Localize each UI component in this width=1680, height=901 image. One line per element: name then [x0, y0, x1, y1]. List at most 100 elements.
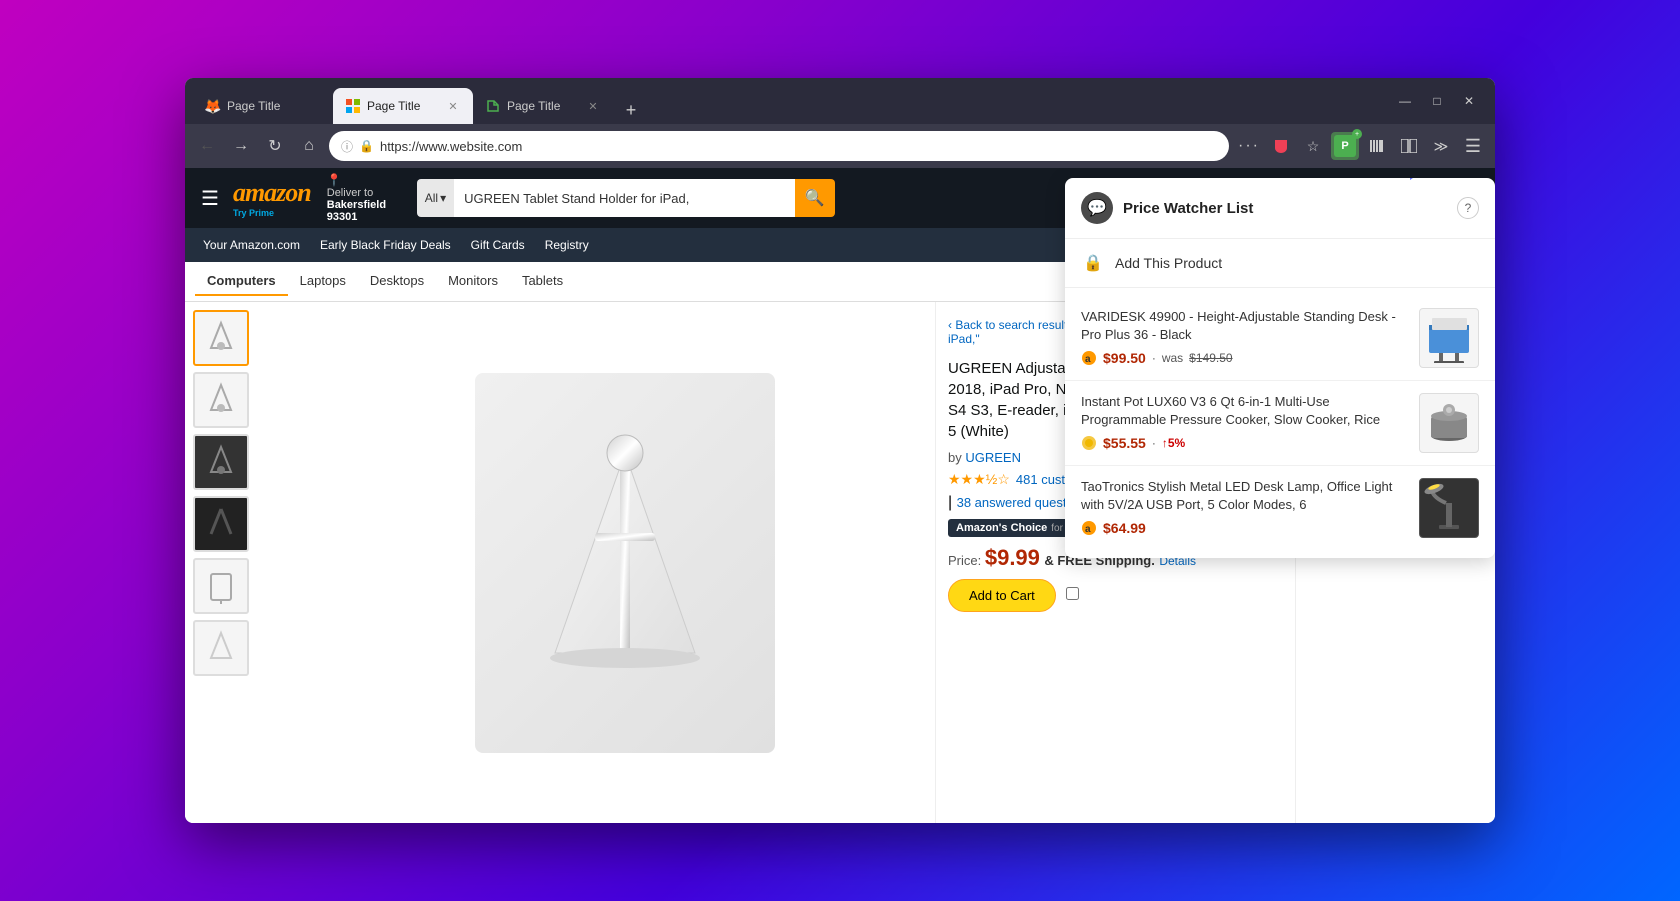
pw-product-info-2: Instant Pot LUX60 V3 6 Qt 6-in-1 Multi-U…	[1081, 393, 1409, 451]
lock-secure-icon: 🔒	[359, 139, 374, 153]
nav-item-black-friday[interactable]: Early Black Friday Deals	[312, 234, 459, 256]
product-thumb-5[interactable]	[193, 558, 249, 614]
refresh-button[interactable]: ↻	[261, 132, 289, 160]
deliver-label: Deliver to	[327, 187, 407, 199]
price-label: Price:	[948, 553, 985, 568]
category-monitors[interactable]: Monitors	[436, 267, 510, 296]
tab-3-close-button[interactable]: ✕	[585, 98, 601, 114]
choice-label: Amazon's Choice	[956, 522, 1047, 534]
bookmark-button[interactable]: ☆	[1299, 132, 1327, 160]
tab-3[interactable]: Page Title ✕	[473, 88, 613, 124]
nav-item-your-amazon[interactable]: Your Amazon.com	[195, 234, 308, 256]
amazon-search-input[interactable]	[454, 179, 795, 217]
price-watcher-overlay: 💬 Price Watcher List ? 🔒 Add This Produc…	[1065, 302, 1495, 558]
tab-1[interactable]: 🦊 Page Title	[193, 88, 333, 124]
product-brand-link[interactable]: UGREEN	[965, 450, 1021, 465]
amazon-logo[interactable]: amazon Try Prime	[233, 178, 311, 218]
stars-display: ★★★½☆	[948, 471, 1010, 488]
nav-item-gift-cards[interactable]: Gift Cards	[463, 234, 533, 256]
pocket-button[interactable]	[1267, 132, 1295, 160]
minimize-button[interactable]: —	[1391, 87, 1419, 115]
search-category-chevron-icon: ▾	[440, 191, 446, 205]
add-to-cart-button[interactable]: Add to Cart	[948, 579, 1056, 612]
tab-2-close-button[interactable]: ✕	[445, 98, 461, 114]
tab-2-active[interactable]: Page Title ✕	[333, 88, 473, 124]
pw-change-2: ↑5%	[1162, 436, 1185, 450]
amazon-search-button[interactable]: 🔍	[795, 179, 835, 217]
microsoft-favicon-icon	[345, 98, 361, 114]
svg-text:a: a	[1085, 354, 1091, 365]
maximize-button[interactable]: □	[1423, 87, 1451, 115]
category-desktops[interactable]: Desktops	[358, 267, 436, 296]
pw-product-info-3: TaoTronics Stylish Metal LED Desk Lamp, …	[1081, 478, 1409, 536]
pw-product-name-1: VARIDESK 49900 - Height-Adjustable Stand…	[1081, 308, 1409, 344]
product-thumbnails	[185, 302, 315, 823]
address-bar-container: ← → ↻ ⌂ ⓘ 🔒 https://www.website.com ··· …	[185, 124, 1495, 168]
pw-price-1: $99.50	[1103, 350, 1146, 366]
page-content: ☰ amazon Try Prime 📍 Deliver to Bakersfi…	[185, 168, 1495, 823]
notepad-favicon-icon	[485, 98, 501, 114]
deliver-pin-icon: 📍	[327, 173, 407, 187]
pw-product-list: VARIDESK 49900 - Height-Adjustable Stand…	[1065, 302, 1495, 558]
category-computers[interactable]: Computers	[195, 267, 288, 296]
product-thumb-6[interactable]	[193, 620, 249, 676]
split-view-button[interactable]	[1395, 132, 1423, 160]
product-thumb-3[interactable]	[193, 434, 249, 490]
back-button[interactable]: ←	[193, 132, 221, 160]
amazon-prime-label: Try Prime	[233, 208, 311, 218]
nav-item-registry[interactable]: Registry	[537, 234, 597, 256]
product-thumb-2[interactable]	[193, 372, 249, 428]
deliver-to[interactable]: 📍 Deliver to Bakersfield 93301	[327, 173, 407, 223]
firefox-favicon-icon: 🦊	[205, 98, 221, 114]
search-category-dropdown[interactable]: All ▾	[417, 179, 454, 217]
category-laptops[interactable]: Laptops	[288, 267, 358, 296]
pw-was-label-1: was	[1162, 351, 1183, 365]
amazon-logo-text: amazon	[233, 178, 311, 208]
more-tools-button[interactable]: ≫	[1427, 132, 1455, 160]
pw-product-item-1[interactable]: VARIDESK 49900 - Height-Adjustable Stand…	[1065, 302, 1495, 381]
tab-3-title: Page Title	[507, 99, 579, 113]
forward-button[interactable]: →	[227, 132, 255, 160]
pw-dot-2: ·	[1152, 436, 1156, 450]
svg-text:a: a	[1085, 524, 1091, 535]
one-click-checkbox[interactable]	[1066, 587, 1079, 600]
new-tab-button[interactable]: +	[617, 96, 645, 124]
address-bar[interactable]: ⓘ 🔒 https://www.website.com	[329, 131, 1229, 161]
pw-price-row-1: a $99.50 · was $149.50	[1081, 350, 1409, 366]
tab-2-title: Page Title	[367, 99, 439, 113]
pw-product-item-2[interactable]: Instant Pot LUX60 V3 6 Qt 6-in-1 Multi-U…	[1065, 381, 1495, 466]
pw-price-row-2: $55.55 · ↑5%	[1081, 435, 1409, 451]
pw-price-row-3: a $64.99	[1081, 520, 1409, 536]
pw-dot-1: ·	[1152, 351, 1156, 365]
category-tablets[interactable]: Tablets	[510, 267, 575, 296]
pw-product-name-2: Instant Pot LUX60 V3 6 Qt 6-in-1 Multi-U…	[1081, 393, 1409, 429]
overflow-menu-button[interactable]: ···	[1235, 132, 1263, 160]
product-thumb-1[interactable]	[193, 310, 249, 366]
price-value: $9.99	[985, 545, 1040, 570]
window-controls: — □ ✕	[1391, 87, 1495, 115]
product-thumb-4[interactable]	[193, 496, 249, 552]
library-button[interactable]	[1363, 132, 1391, 160]
pw-was-price-1: $149.50	[1189, 351, 1232, 365]
browser-window: 🦊 Page Title Page Title ✕ Page Title ✕ +	[185, 78, 1495, 823]
home-button[interactable]: ⌂	[295, 132, 323, 160]
pw-product-info-1: VARIDESK 49900 - Height-Adjustable Stand…	[1081, 308, 1409, 366]
app-menu-button[interactable]: ☰	[1459, 132, 1487, 160]
product-main-image-area	[315, 302, 935, 823]
pw-amazon-icon-3: a	[1081, 520, 1097, 536]
pw-price-3: $64.99	[1103, 520, 1146, 536]
pw-product-image-3	[1419, 478, 1479, 538]
pw-product-name-3: TaoTronics Stylish Metal LED Desk Lamp, …	[1081, 478, 1409, 514]
pw-other-icon-2	[1081, 435, 1097, 451]
search-category-label: All	[425, 191, 438, 205]
toolbar-right: ··· ☆ P + ≫ ☰	[1235, 132, 1487, 160]
info-icon: ⓘ	[341, 138, 353, 155]
product-image-display	[475, 373, 775, 753]
pw-product-item-3[interactable]: TaoTronics Stylish Metal LED Desk Lamp, …	[1065, 466, 1495, 550]
product-stand-svg	[515, 413, 735, 713]
amazon-hamburger-button[interactable]: ☰	[197, 182, 223, 215]
pw-price-2: $55.55	[1103, 435, 1146, 451]
extension-price-watcher-button[interactable]: P +	[1331, 132, 1359, 160]
price-watcher-icon: P	[1334, 135, 1356, 157]
close-button[interactable]: ✕	[1455, 87, 1483, 115]
